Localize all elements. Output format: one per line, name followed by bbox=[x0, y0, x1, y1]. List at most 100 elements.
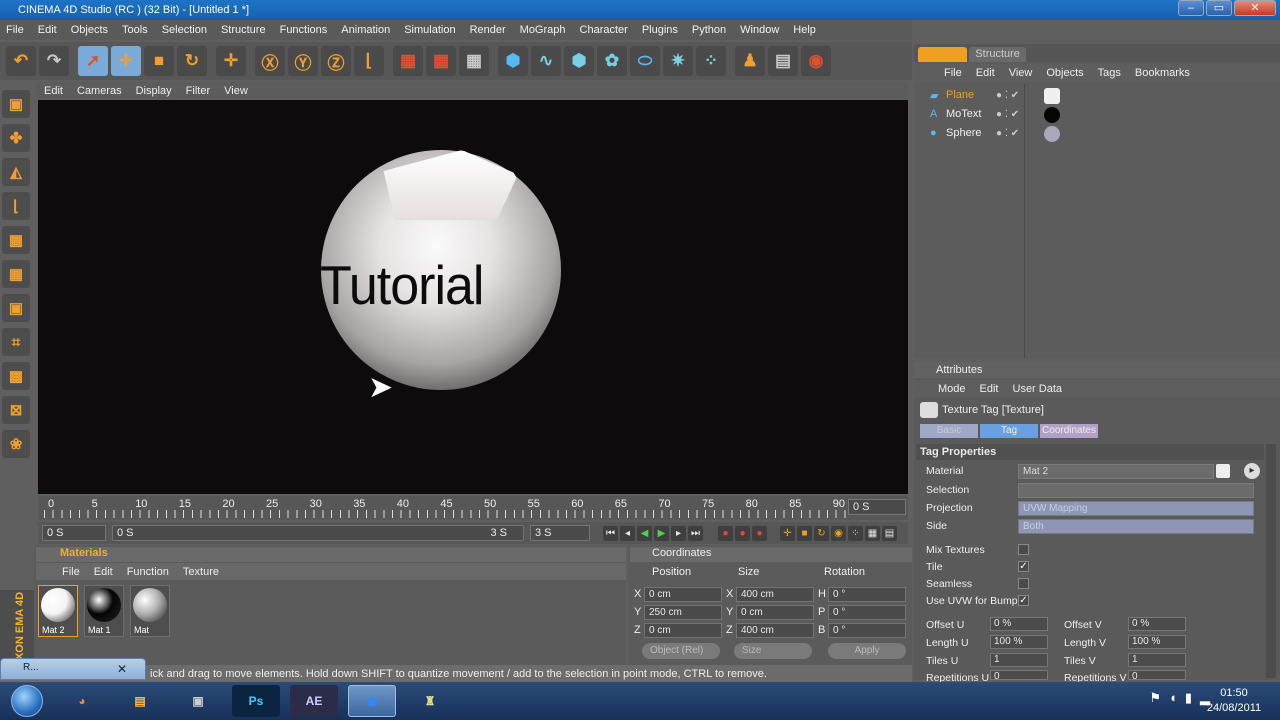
recent-tool-icon[interactable]: ✛ bbox=[216, 46, 246, 76]
menu-mograph[interactable]: MoGraph bbox=[520, 24, 566, 36]
photoshop-icon[interactable]: Ps bbox=[232, 685, 280, 717]
battery-icon[interactable]: ▮ bbox=[1185, 690, 1192, 706]
viewport-menu-filter[interactable]: Filter bbox=[186, 85, 210, 97]
uvw-bump-checkbox[interactable]: ✓ bbox=[1018, 595, 1029, 606]
solo-icon[interactable]: ⊠ bbox=[2, 396, 30, 424]
texture-tag-icon[interactable] bbox=[1044, 126, 1060, 142]
material-menu-texture[interactable]: Texture bbox=[183, 566, 219, 578]
menu-help[interactable]: Help bbox=[793, 24, 816, 36]
media-player-icon[interactable]: ▣ bbox=[174, 685, 222, 717]
mix-textures-checkbox[interactable] bbox=[1018, 544, 1029, 555]
timeline-window-icon[interactable]: ▤ bbox=[882, 526, 897, 541]
length-u-field[interactable]: 100 % bbox=[990, 635, 1048, 649]
material-menu-function[interactable]: Function bbox=[127, 566, 169, 578]
viewport-menu-display[interactable]: Display bbox=[136, 85, 172, 97]
selection-field[interactable] bbox=[1018, 483, 1254, 498]
go-to-end-icon[interactable]: ⏭ bbox=[688, 526, 703, 541]
viewport-menu-cameras[interactable]: Cameras bbox=[77, 85, 122, 97]
axis-mode-icon[interactable]: ⌊ bbox=[2, 192, 30, 220]
menu-character[interactable]: Character bbox=[580, 24, 628, 36]
menu-plugins[interactable]: Plugins bbox=[642, 24, 678, 36]
seamless-checkbox[interactable] bbox=[1018, 578, 1029, 589]
rotation-p-field[interactable]: 0 ° bbox=[828, 605, 906, 620]
menu-render[interactable]: Render bbox=[470, 24, 506, 36]
size-z-field[interactable]: 400 cm bbox=[736, 623, 814, 638]
key-pla-icon[interactable]: ⁘ bbox=[848, 526, 863, 541]
time-range-slider[interactable]: 0 S 3 S bbox=[112, 525, 524, 541]
material-swatch[interactable]: Mat 2 bbox=[38, 585, 78, 637]
attribute-scrollbar[interactable] bbox=[1266, 444, 1276, 678]
sculpt-icon[interactable]: ❀ bbox=[2, 430, 30, 458]
close-button[interactable]: ✕ bbox=[1234, 0, 1276, 16]
array-icon[interactable]: ✿ bbox=[597, 46, 627, 76]
3d-viewport[interactable]: Tutorial ➤ bbox=[38, 100, 908, 494]
texture-tag-icon[interactable] bbox=[1044, 107, 1060, 123]
om-menu-objects[interactable]: Objects bbox=[1046, 67, 1083, 79]
link-menu-icon[interactable]: ▸ bbox=[1244, 463, 1260, 479]
tile-checkbox[interactable]: ✓ bbox=[1018, 561, 1029, 572]
cube-icon[interactable]: ⬢ bbox=[498, 46, 528, 76]
play-forward-icon[interactable]: ▶ bbox=[654, 526, 669, 541]
redo-icon[interactable]: ↷ bbox=[39, 46, 69, 76]
key-parameter-icon[interactable]: ◉ bbox=[831, 526, 846, 541]
om-menu-view[interactable]: View bbox=[1009, 67, 1033, 79]
viewport-menu-view[interactable]: View bbox=[224, 85, 248, 97]
offset-v-field[interactable]: 0 % bbox=[1128, 617, 1186, 631]
x-axis-icon[interactable]: Ⓧ bbox=[255, 46, 285, 76]
texture-mode-icon[interactable]: ✤ bbox=[2, 124, 30, 152]
render-view-icon[interactable]: ▦ bbox=[393, 46, 423, 76]
folder-icon[interactable]: ▤ bbox=[116, 685, 164, 717]
render-picture-viewer-icon[interactable]: ▦ bbox=[426, 46, 456, 76]
step-back-icon[interactable]: ◂ bbox=[620, 526, 635, 541]
menu-file[interactable]: File bbox=[6, 24, 24, 36]
tags-icon[interactable]: ▤ bbox=[768, 46, 798, 76]
key-scale-icon[interactable]: ■ bbox=[797, 526, 812, 541]
cinema4d-taskbar-icon[interactable]: ◉ bbox=[348, 685, 396, 717]
menu-selection[interactable]: Selection bbox=[162, 24, 207, 36]
material-menu-edit[interactable]: Edit bbox=[94, 566, 113, 578]
move-icon[interactable]: ✛ bbox=[111, 46, 141, 76]
deformer-icon[interactable]: ⬭ bbox=[630, 46, 660, 76]
object-row-sphere[interactable]: ● Sphere ● ⁚ ✔ bbox=[924, 125, 1274, 143]
edge-mode-icon[interactable]: ▦ bbox=[2, 260, 30, 288]
material-icon[interactable]: ◉ bbox=[801, 46, 831, 76]
minimized-window[interactable]: R... ✕ bbox=[0, 658, 146, 680]
length-v-field[interactable]: 100 % bbox=[1128, 635, 1186, 649]
chrome-icon[interactable]: ◕ bbox=[58, 685, 106, 717]
minimize-button[interactable]: – bbox=[1178, 0, 1204, 16]
after-effects-icon[interactable]: AE bbox=[290, 685, 338, 717]
tiles-v-field[interactable]: 1 bbox=[1128, 653, 1186, 667]
make-editable-icon[interactable]: ▣ bbox=[2, 90, 30, 118]
spline-icon[interactable]: ∿ bbox=[531, 46, 561, 76]
maximize-button[interactable]: ▭ bbox=[1206, 0, 1232, 16]
menu-animation[interactable]: Animation bbox=[341, 24, 390, 36]
light-icon[interactable]: ♟ bbox=[735, 46, 765, 76]
tool-icon[interactable]: ♜ bbox=[406, 685, 454, 717]
tiles-u-field[interactable]: 1 bbox=[990, 653, 1048, 667]
tab-tag[interactable]: Tag bbox=[980, 424, 1038, 438]
apply-button[interactable]: Apply bbox=[828, 643, 906, 659]
texture-tag-icon[interactable] bbox=[1044, 88, 1060, 104]
material-menu-file[interactable]: File bbox=[62, 566, 80, 578]
object-mode-dropdown[interactable]: Object (Rel) bbox=[642, 643, 720, 659]
rotation-b-field[interactable]: 0 ° bbox=[828, 623, 906, 638]
menu-window[interactable]: Window bbox=[740, 24, 779, 36]
position-y-field[interactable]: 250 cm bbox=[644, 605, 722, 620]
material-link-field[interactable]: Mat 2 bbox=[1018, 464, 1214, 479]
point-mode-icon[interactable]: ▦ bbox=[2, 226, 30, 254]
object-row-plane[interactable]: ▰ Plane ● ⁚ ✔ bbox=[924, 87, 1274, 105]
tab-basic[interactable]: Basic bbox=[920, 424, 978, 438]
position-x-field[interactable]: 0 cm bbox=[644, 587, 722, 602]
keyframe-selection-icon[interactable]: ● bbox=[752, 526, 767, 541]
repetitions-u-field[interactable]: 0 bbox=[990, 670, 1048, 682]
viewport-menu-edit[interactable]: Edit bbox=[44, 85, 63, 97]
projection-dropdown[interactable]: UVW Mapping bbox=[1018, 501, 1254, 516]
visibility-icon[interactable]: ● ⁚ ✔ bbox=[996, 90, 1019, 101]
size-mode-dropdown[interactable]: Size bbox=[734, 643, 812, 659]
offset-u-field[interactable]: 0 % bbox=[990, 617, 1048, 631]
menu-tools[interactable]: Tools bbox=[122, 24, 148, 36]
rotate-icon[interactable]: ↻ bbox=[177, 46, 207, 76]
scale-icon[interactable]: ■ bbox=[144, 46, 174, 76]
end-time-field[interactable]: 3 S bbox=[530, 525, 590, 541]
record-icon[interactable]: ● bbox=[718, 526, 733, 541]
